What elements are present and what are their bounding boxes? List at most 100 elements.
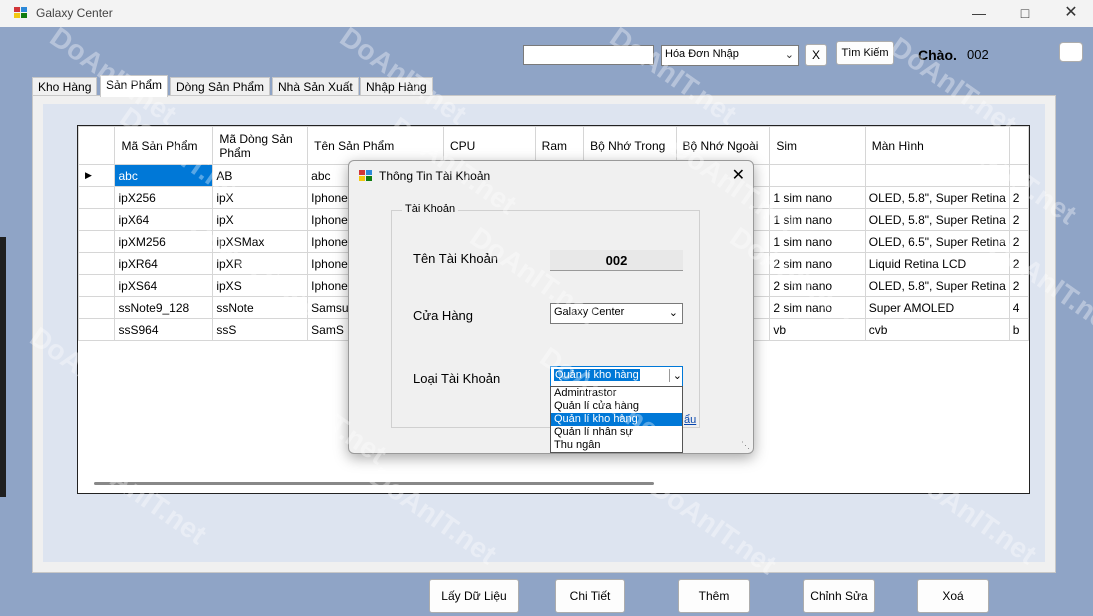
dropdown-option[interactable]: Quản lí kho hàng [551,413,682,426]
table-cell[interactable]: ipXR64 [114,252,214,275]
table-cell[interactable]: 1 sim nano [769,208,866,231]
table-cell[interactable]: 2 [1008,274,1029,297]
account-button[interactable] [1059,42,1083,62]
table-cell[interactable]: OLED, 5.8", Super Retina [864,208,1010,231]
column-header[interactable]: Mã Sản Phẩm [114,126,214,165]
search-filter-select[interactable]: Hóa Đơn Nhập ⌄ [661,45,799,66]
dropdown-option[interactable]: Thu ngân [551,439,682,452]
table-cell[interactable]: ipX [212,208,309,231]
tab-kho-hang[interactable]: Kho Hàng [32,77,98,96]
detail-button[interactable]: Chi Tiết [555,579,625,613]
column-header[interactable]: Tên Sản Phẩm [307,126,444,165]
tab-nha-san-xuat[interactable]: Nhà Sản Xuất [272,77,359,96]
tab-nhap-hang[interactable]: Nhập Hàng [360,77,433,96]
table-cell[interactable] [769,164,866,187]
table-cell[interactable]: 2 [1008,186,1029,209]
table-cell[interactable] [1008,164,1029,187]
store-select[interactable]: Galaxy Center ⌄ [550,303,683,324]
table-cell[interactable]: b [1008,318,1029,341]
delete-button[interactable]: Xoá [917,579,989,613]
table-cell[interactable]: Super AMOLED [864,296,1010,319]
table-cell[interactable]: OLED, 5.8", Super Retina [864,186,1010,209]
store-select-value: Galaxy Center [554,306,625,318]
table-cell[interactable]: AB [212,164,309,187]
tab-dong-san-pham[interactable]: Dòng Sản Phẩm [170,77,271,96]
table-cell[interactable]: 2 [1008,252,1029,275]
row-header[interactable] [78,230,116,253]
dialog-link[interactable]: ẩu [684,414,696,426]
username-value: 002 [550,250,683,271]
dropdown-option[interactable]: Admintrastor [551,387,682,400]
load-data-button[interactable]: Lấy Dữ Liệu [429,579,519,613]
account-type-select[interactable]: Quản lí kho hàng ⌄ [550,366,683,387]
close-icon[interactable]: ✕ [1048,0,1093,27]
table-cell[interactable]: Liquid Retina LCD [864,252,1010,275]
row-header[interactable] [78,252,116,275]
dialog-close-icon[interactable]: ✕ [732,165,745,185]
table-cell[interactable] [864,164,1010,187]
clear-search-button[interactable]: X [805,44,827,66]
table-cell[interactable]: ssS [212,318,309,341]
minimize-icon[interactable]: — [956,0,1002,27]
row-header-corner [78,126,116,165]
table-cell[interactable]: 2 [1008,230,1029,253]
app-icon [14,7,28,19]
table-cell[interactable]: ipX [212,186,309,209]
search-button[interactable]: Tìm Kiếm [836,41,894,65]
username-label: Tên Tài Khoản [413,251,499,266]
table-cell[interactable]: ipXR [212,252,309,275]
account-type-dropdown: Admintrastor Quản lí cửa hàng Quản lí kho … [550,386,683,453]
dropdown-option[interactable]: Quản lí nhân sự [551,426,682,439]
table-cell[interactable]: ipXSMax [212,230,309,253]
column-header[interactable]: Ram [534,126,585,165]
table-cell[interactable]: ipXM256 [114,230,214,253]
column-header[interactable]: Bộ Nhớ Trong [583,126,677,165]
row-header[interactable] [78,186,116,209]
chevron-down-icon[interactable]: ⌄ [668,369,682,382]
edit-button[interactable]: Chỉnh Sửa [803,579,875,613]
column-header[interactable]: Sim [769,126,866,165]
table-cell[interactable]: ipXS64 [114,274,214,297]
resize-grip-icon[interactable]: ⋱ [741,440,750,451]
table-cell[interactable]: ipX256 [114,186,214,209]
table-cell[interactable]: 1 sim nano [769,230,866,253]
row-header[interactable] [78,296,116,319]
dialog-app-icon [359,170,373,182]
row-header[interactable] [78,208,116,231]
column-header[interactable]: Mã Dòng Sản Phẩm [212,126,309,165]
table-cell[interactable]: ipX64 [114,208,214,231]
current-row-indicator-icon[interactable]: ▶ [78,164,116,187]
table-cell[interactable]: ssS964 [114,318,214,341]
row-header[interactable] [78,318,116,341]
tab-san-pham[interactable]: Sản Phẩm [100,75,169,97]
table-cell[interactable]: 2 [1008,208,1029,231]
table-cell[interactable]: vb [769,318,866,341]
column-header[interactable]: Bộ Nhớ Ngoài [675,126,771,165]
column-header[interactable]: CPU [442,126,536,165]
dropdown-option[interactable]: Quản lí cửa hàng [551,400,682,413]
table-cell[interactable]: 2 sim nano [769,274,866,297]
table-cell[interactable]: cvb [864,318,1010,341]
search-input[interactable] [523,45,654,65]
table-cell[interactable]: 4 [1008,296,1029,319]
account-type-label: Loại Tài Khoản [413,371,501,386]
maximize-icon[interactable]: □ [1002,0,1048,27]
table-cell[interactable]: 2 sim nano [769,252,866,275]
table-cell[interactable]: ssNote9_128 [114,296,214,319]
chevron-down-icon: ⌄ [668,307,678,319]
table-cell[interactable]: abc [114,164,214,187]
background-strip [0,237,6,497]
column-header[interactable] [1008,126,1029,165]
table-cell[interactable]: ssNote [212,296,309,319]
table-cell[interactable]: ipXS [212,274,309,297]
row-header[interactable] [78,274,116,297]
column-header[interactable]: Màn Hình [864,126,1010,165]
table-cell[interactable]: 1 sim nano [769,186,866,209]
chevron-down-icon: ⌄ [784,49,794,61]
add-button[interactable]: Thêm [678,579,750,613]
search-filter-value: Hóa Đơn Nhập [665,48,739,60]
table-cell[interactable]: 2 sim nano [769,296,866,319]
table-cell[interactable]: OLED, 5.8", Super Retina [864,274,1010,297]
horizontal-scrollbar[interactable] [94,482,654,485]
table-cell[interactable]: OLED, 6.5", Super Retina [864,230,1010,253]
